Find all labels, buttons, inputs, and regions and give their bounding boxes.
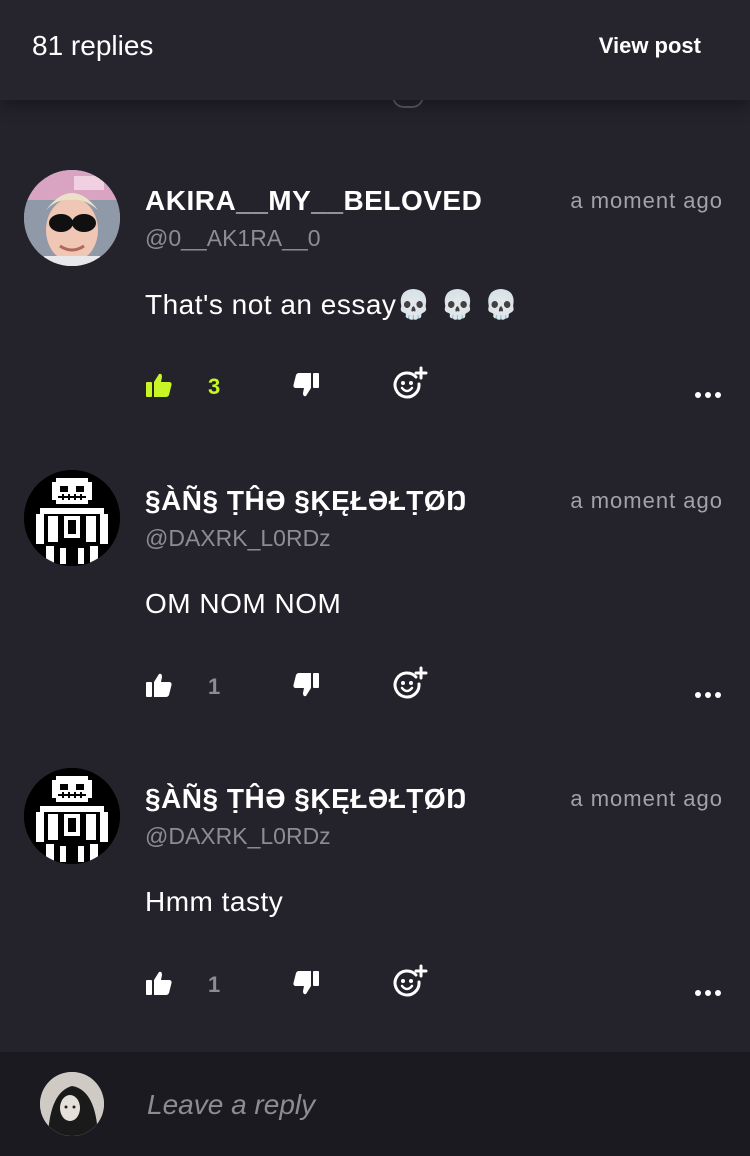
user-photo-avatar[interactable] [24,170,120,266]
comment-author-handle[interactable]: @0__AK1RA__0 [145,225,321,252]
replies-header: 81 replies View post [0,0,750,100]
view-post-button[interactable]: View post [599,33,701,59]
thumbs-up-icon [146,373,172,397]
like-count: 1 [208,972,221,997]
thumbs-down-icon [293,971,319,995]
like-button[interactable] [145,372,173,402]
like-button[interactable] [145,970,173,1000]
more-options-button[interactable] [694,684,722,703]
thumbs-up-icon [146,971,172,995]
pixel-skeleton-avatar[interactable] [24,768,120,864]
comment-text: Hmm tasty [145,886,284,917]
dislike-button[interactable] [292,672,320,702]
add-reaction-icon [393,366,428,399]
add-reaction-icon [393,964,428,997]
more-dots-icon [695,990,721,996]
like-count: 1 [208,674,221,699]
thumbs-down-icon [293,673,319,697]
thumbs-up-icon [146,673,172,697]
like-button[interactable] [145,672,173,702]
comment-text: OM NOM NOM [145,588,342,619]
more-options-button[interactable] [694,384,722,403]
thumbs-down-icon [293,373,319,397]
comment-item: §ÀÑ§ ṬĤƏ §ĶĘŁƏŁṬØŊ @DAXRK_L0RDz a moment… [0,470,750,760]
like-count: 3 [208,374,221,399]
comment-author-handle[interactable]: @DAXRK_L0RDz [145,823,331,850]
comment-timestamp: a moment ago [570,188,723,213]
comment-author-handle[interactable]: @DAXRK_L0RDz [145,525,331,552]
comment-item: AKIRA__MY__BELOVED @0__AK1RA__0 a moment… [0,170,750,460]
comment-text: That's not an essay💀 💀 💀 [145,289,520,320]
dislike-button[interactable] [292,970,320,1000]
comment-timestamp: a moment ago [570,488,723,513]
add-reaction-button[interactable] [392,366,428,406]
add-reaction-button[interactable] [392,666,428,706]
pixel-skeleton-avatar[interactable] [24,470,120,566]
more-dots-icon [695,692,721,698]
comment-timestamp: a moment ago [570,786,723,811]
more-dots-icon [695,392,721,398]
comment-author-name[interactable]: AKIRA__MY__BELOVED [145,185,482,217]
comment-item: §ÀÑ§ ṬĤƏ §ĶĘŁƏŁṬØŊ @DAXRK_L0RDz a moment… [0,768,750,1058]
more-options-button[interactable] [694,982,722,1001]
comment-author-name[interactable]: §ÀÑ§ ṬĤƏ §ĶĘŁƏŁṬØŊ [145,783,467,815]
add-reaction-icon [393,666,428,699]
add-reaction-button[interactable] [392,964,428,1004]
reply-input[interactable] [145,1086,709,1124]
current-user-avatar[interactable] [40,1072,104,1136]
replies-count-title: 81 replies [32,30,154,61]
dislike-button[interactable] [292,372,320,402]
reply-composer [0,1052,750,1156]
comment-author-name[interactable]: §ÀÑ§ ṬĤƏ §ĶĘŁƏŁṬØŊ [145,485,467,517]
